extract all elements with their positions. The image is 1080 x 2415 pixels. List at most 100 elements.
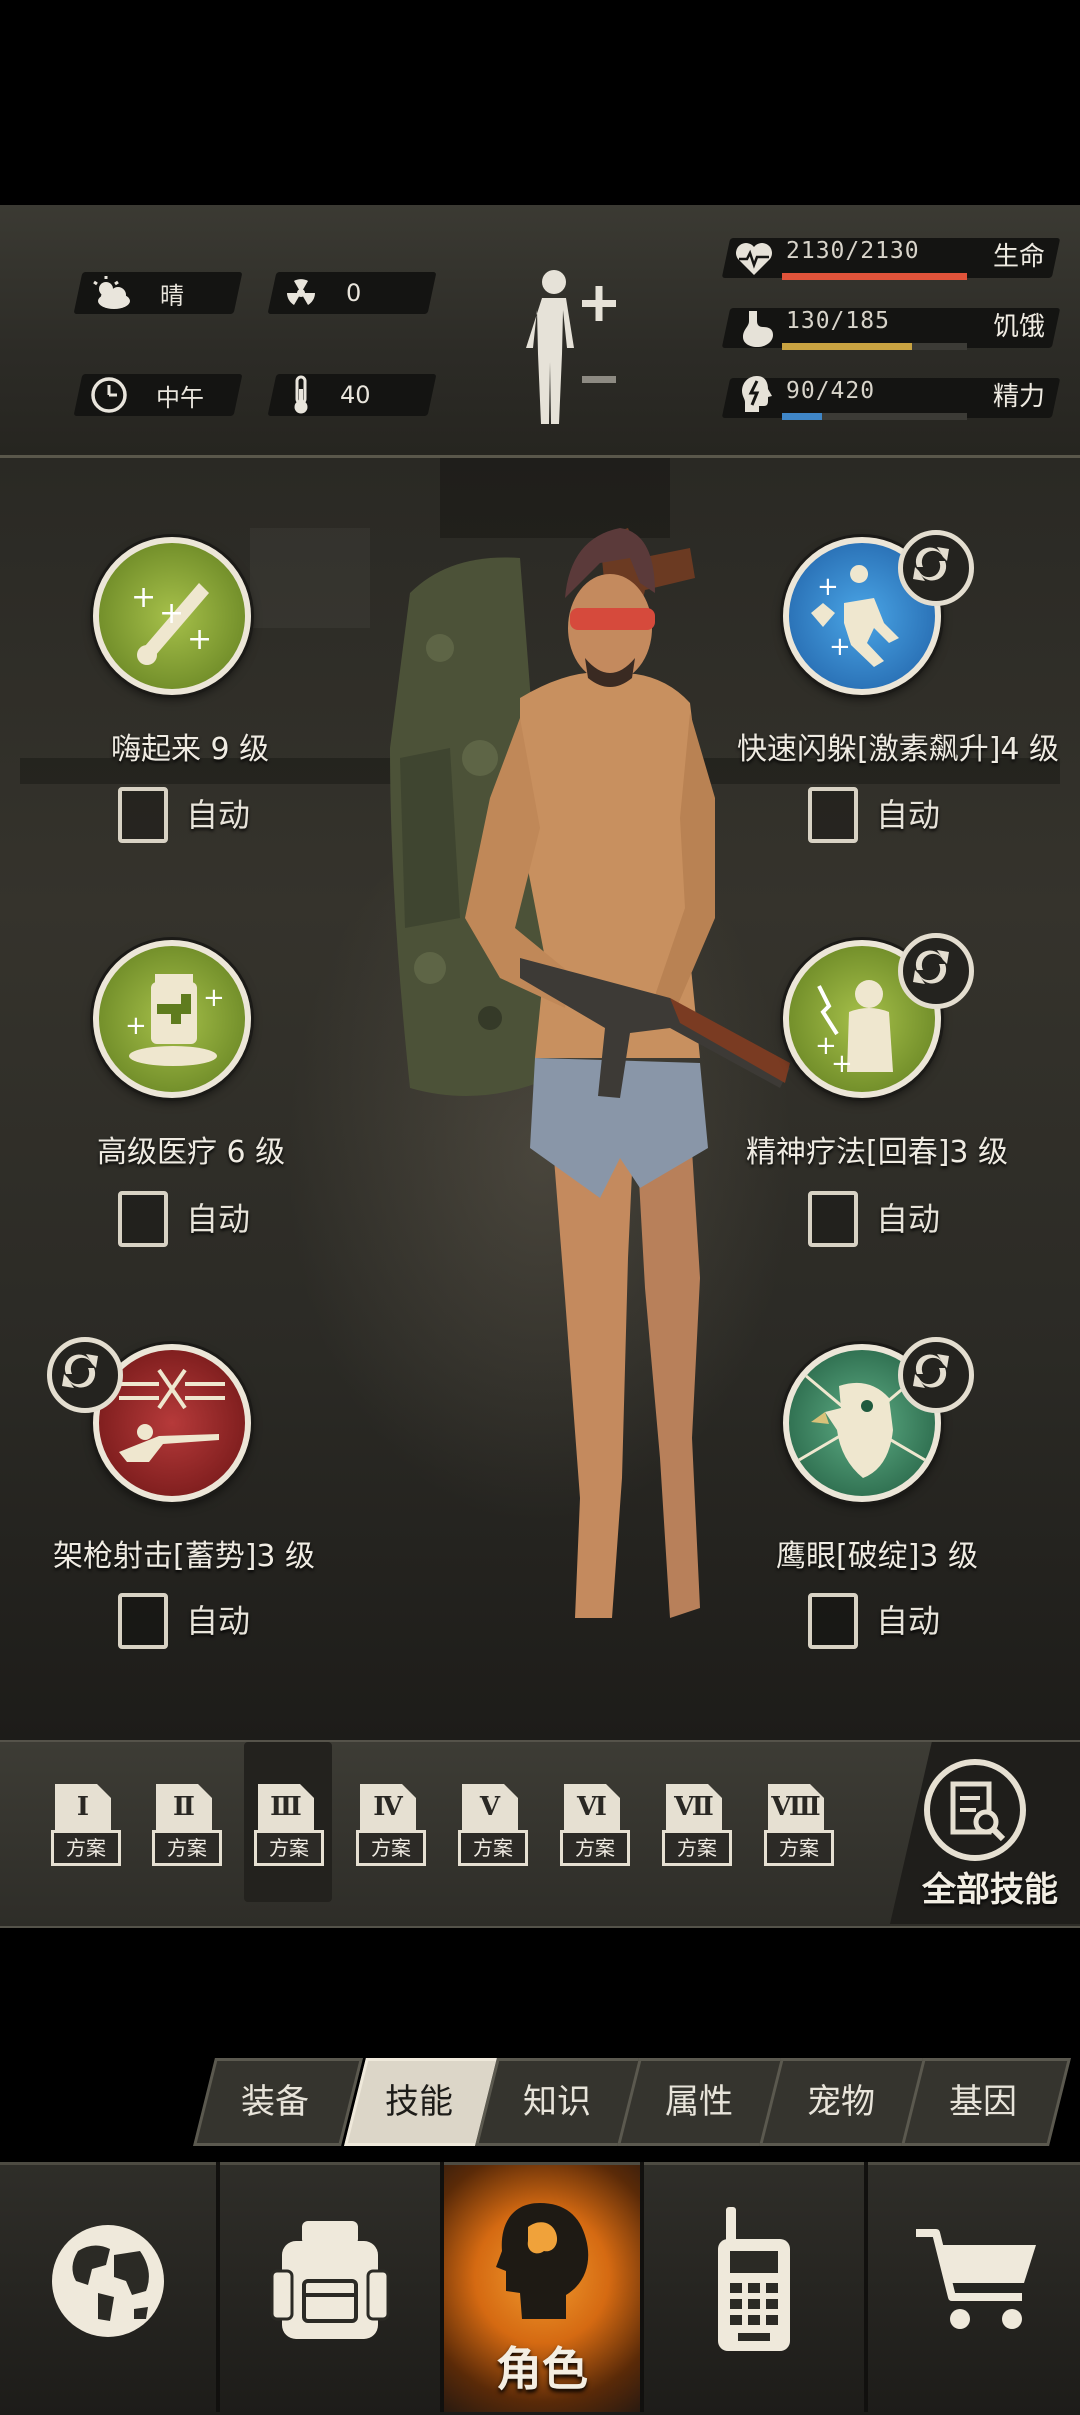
shopping-cart-icon (916, 2229, 1036, 2329)
nav-character-button[interactable]: 角色 (444, 2165, 640, 2412)
radiation-icon (287, 279, 315, 305)
skill-label: 嗨起来 9 级 (111, 732, 270, 767)
hunger-label: 饥饿 (993, 312, 1046, 342)
svg-text:+: + (829, 632, 851, 662)
svg-text:+: + (131, 580, 156, 615)
swap-arrows-icon (913, 547, 949, 581)
character-figure[interactable] (370, 498, 790, 1678)
hunger-value: 130/185 (786, 308, 890, 334)
swap-arrows-icon (913, 1354, 949, 1388)
character-head-icon (496, 2203, 589, 2319)
preset-numeral: Ⅳ (373, 1792, 403, 1822)
preset-button-1[interactable]: Ⅰ 方案 (51, 1782, 121, 1872)
auto-checkbox[interactable] (808, 787, 858, 843)
tab-genes-label: 基因 (949, 2082, 1017, 2122)
energy-value: 90/420 (786, 378, 876, 404)
preset-numeral: Ⅱ (173, 1792, 195, 1822)
weather-value: 晴 (160, 281, 184, 310)
skill-label: 精神疗法[回春]3 级 (746, 1135, 1009, 1170)
backpack-icon (270, 2221, 390, 2339)
auto-checkbox[interactable] (118, 1191, 168, 1247)
preset-numeral: Ⅵ (577, 1792, 607, 1822)
globe-icon (52, 2225, 164, 2337)
nav-world-button[interactable] (0, 2165, 216, 2412)
svg-text:+: + (831, 1049, 853, 1079)
auto-checkbox[interactable] (808, 1191, 858, 1247)
nav-character-label: 角色 (496, 2342, 588, 2396)
health-bar-fill (782, 273, 967, 280)
auto-label: 自动 (186, 1200, 251, 1238)
preset-button-6[interactable]: Ⅵ 方案 (560, 1782, 630, 1872)
background-shelf (250, 528, 370, 628)
preset-numeral: Ⅰ (76, 1792, 90, 1822)
preset-button-3[interactable]: Ⅲ 方案 (254, 1782, 324, 1872)
radiation-value: 0 (346, 279, 362, 307)
skill-upgrade-badge (898, 530, 974, 606)
svg-text:+: + (125, 1011, 147, 1041)
walkie-talkie-icon (718, 2207, 790, 2351)
energy-bar-fill (782, 413, 822, 420)
skill-upgrade-badge (898, 1337, 974, 1413)
energy-label: 精力 (993, 382, 1046, 412)
auto-label: 自动 (186, 796, 251, 834)
auto-checkbox[interactable] (118, 1593, 168, 1649)
skill-label: 快速闪躲[激素飙升]4 级 (737, 732, 1060, 767)
preset-label: 方案 (356, 1830, 426, 1866)
thermometer-icon (294, 375, 308, 414)
stomach-icon (743, 311, 773, 347)
all-skills-button[interactable]: 全部技能 (900, 1758, 1080, 1918)
tab-knowledge-label: 知识 (523, 2082, 591, 2122)
auto-label: 自动 (876, 1200, 941, 1238)
preset-button-8[interactable]: Ⅷ 方案 (764, 1782, 834, 1872)
preset-button-4[interactable]: Ⅳ 方案 (356, 1782, 426, 1872)
svg-text:+: + (159, 596, 184, 631)
hunger-bar-fill (782, 343, 912, 350)
auto-label: 自动 (186, 1602, 251, 1640)
weather-info: 晴 (90, 272, 184, 314)
heart-rate-icon (736, 243, 772, 275)
nav-inventory-button[interactable] (220, 2165, 440, 2412)
body-status-button[interactable] (520, 262, 620, 432)
skill-get-high-icon[interactable]: + + + (93, 537, 251, 695)
tab-skills-label: 技能 (385, 2082, 453, 2122)
all-skills-label: 全部技能 (922, 1870, 1058, 1910)
skill-label: 鹰眼[破绽]3 级 (776, 1539, 979, 1574)
preset-numeral: Ⅷ (771, 1792, 821, 1822)
auto-label: 自动 (876, 796, 941, 834)
skill-label: 架枪射击[蓄势]3 级 (53, 1539, 316, 1574)
time-value: 中午 (156, 383, 204, 412)
temperature-value: 40 (340, 381, 371, 409)
preset-button-7[interactable]: Ⅶ 方案 (662, 1782, 732, 1872)
svg-text:+: + (203, 983, 225, 1013)
preset-numeral: Ⅶ (674, 1792, 714, 1822)
time-info: 中午 (90, 374, 204, 416)
skill-advanced-medical-icon[interactable]: + + (93, 940, 251, 1098)
energy-bar (782, 413, 967, 420)
auto-label: 自动 (876, 1602, 941, 1640)
clock-icon (91, 377, 127, 413)
swap-arrows-icon (913, 950, 949, 984)
cloud-sun-icon (93, 276, 130, 309)
preset-label: 方案 (560, 1830, 630, 1866)
tab-equipment-label: 装备 (241, 2082, 309, 2122)
auto-checkbox[interactable] (808, 1593, 858, 1649)
svg-text:+: + (817, 572, 839, 602)
nav-radio-button[interactable] (644, 2165, 864, 2412)
preset-label: 方案 (764, 1830, 834, 1866)
svg-text:+: + (187, 622, 212, 657)
preset-label: 方案 (51, 1830, 121, 1866)
preset-label: 方案 (662, 1830, 732, 1866)
temperature-info: 40 (290, 374, 371, 416)
auto-checkbox[interactable] (118, 787, 168, 843)
swap-arrows-icon (62, 1354, 98, 1388)
search-document-icon (924, 1759, 1026, 1861)
brain-energy-icon (742, 376, 772, 412)
nav-shop-button[interactable] (868, 2165, 1080, 2412)
preset-button-5[interactable]: Ⅴ 方案 (458, 1782, 528, 1872)
tab-attributes-label: 属性 (665, 2082, 733, 2122)
radiation-info: 0 (284, 272, 361, 314)
preset-button-2[interactable]: Ⅱ 方案 (152, 1782, 222, 1872)
health-bar (782, 273, 967, 280)
preset-numeral: Ⅴ (479, 1792, 501, 1822)
health-label: 生命 (993, 242, 1046, 272)
